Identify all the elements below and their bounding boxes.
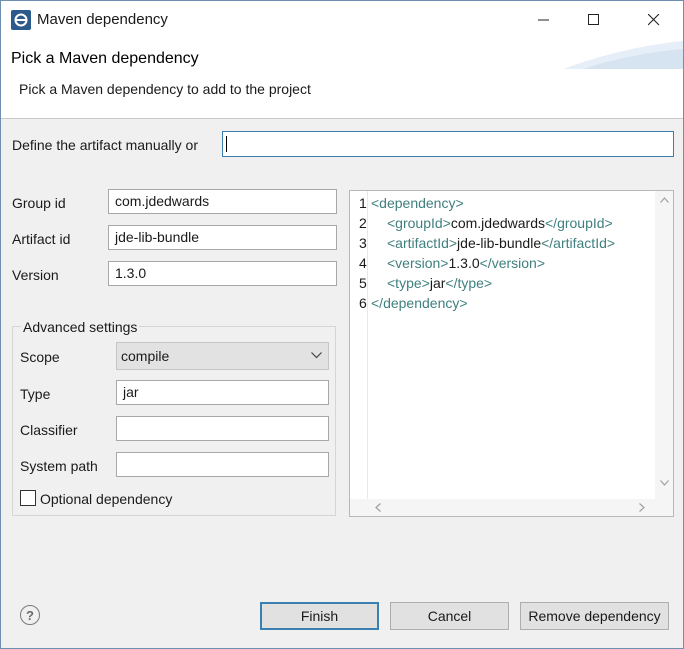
artifact-id-label: Artifact id (12, 231, 71, 247)
xml-tag: <type> (387, 275, 430, 291)
close-icon (648, 14, 660, 26)
header-banner-graphic (563, 41, 683, 69)
xml-tag: </artifactId> (541, 235, 616, 251)
advanced-settings-title: Advanced settings (21, 319, 140, 335)
wizard-header: Pick a Maven dependency Pick a Maven dep… (1, 39, 683, 119)
group-id-label: Group id (12, 195, 66, 211)
minimize-icon (538, 19, 549, 21)
classifier-input[interactable] (116, 416, 329, 441)
xml-text: jde-lib-bundle (457, 235, 542, 251)
cancel-button[interactable]: Cancel (390, 602, 509, 630)
xml-line: <version>1.3.0</version> (387, 255, 545, 271)
close-button[interactable] (631, 1, 677, 39)
xml-line: <type>jar</type> (387, 275, 492, 291)
chevron-down-icon (311, 352, 322, 359)
header-description: Pick a Maven dependency to add to the pr… (19, 81, 311, 97)
xml-tag: </version> (479, 255, 545, 271)
group-id-input[interactable]: com.jdedwards (108, 189, 337, 214)
optional-dependency-label[interactable]: Optional dependency (40, 491, 172, 507)
xml-tag: </groupId> (545, 215, 613, 231)
xml-line: <dependency> (371, 195, 464, 211)
scroll-up-icon[interactable] (660, 197, 669, 203)
maximize-button[interactable] (571, 1, 617, 39)
line-number: 5 (359, 275, 367, 291)
scroll-down-icon[interactable] (660, 480, 669, 486)
line-number: 6 (359, 295, 367, 311)
manual-artifact-label: Define the artifact manually or (12, 137, 198, 153)
xml-tag: <version> (387, 255, 449, 271)
type-input[interactable]: jar (116, 380, 329, 405)
system-path-label: System path (20, 458, 98, 474)
vertical-scrollbar[interactable] (655, 191, 673, 500)
xml-tag: <artifactId> (387, 235, 458, 251)
xml-preview[interactable]: 1 2 3 4 5 6 <dependency> <groupId>com.jd… (349, 190, 674, 517)
finish-button[interactable]: Finish (260, 602, 379, 630)
version-input[interactable]: 1.3.0 (108, 261, 337, 286)
maximize-icon (588, 14, 599, 25)
scope-select[interactable]: compile (116, 342, 329, 370)
minimize-button[interactable] (521, 1, 567, 39)
line-number: 1 (359, 195, 367, 211)
xml-line: <groupId>com.jdedwards</groupId> (387, 215, 613, 231)
xml-line: <artifactId>jde-lib-bundle</artifactId> (387, 235, 615, 251)
title-bar[interactable]: Maven dependency (1, 1, 683, 39)
type-label: Type (20, 386, 51, 402)
xml-tag: </type> (445, 275, 493, 291)
line-number: 3 (359, 235, 367, 251)
manual-artifact-input[interactable] (222, 131, 674, 157)
scope-label: Scope (20, 349, 60, 365)
optional-dependency-checkbox[interactable] (20, 490, 36, 506)
horizontal-scrollbar[interactable] (350, 499, 673, 516)
window-title: Maven dependency (37, 11, 168, 28)
line-number: 4 (359, 255, 367, 271)
line-number-gutter: 1 2 3 4 5 6 (350, 191, 368, 501)
remove-dependency-button[interactable]: Remove dependency (520, 602, 669, 630)
xml-tag: <dependency> (371, 195, 464, 211)
help-icon[interactable]: ? (20, 605, 40, 625)
scroll-left-icon[interactable] (375, 503, 381, 512)
system-path-input[interactable] (116, 452, 329, 477)
line-number: 2 (359, 215, 367, 231)
xml-text: 1.3.0 (448, 255, 480, 271)
scroll-right-icon[interactable] (639, 503, 645, 512)
xml-tag: <groupId> (387, 215, 451, 231)
xml-text: jar (429, 275, 446, 291)
header-title: Pick a Maven dependency (11, 50, 199, 67)
version-label: Version (12, 267, 59, 283)
eclipse-app-icon (11, 10, 31, 30)
classifier-label: Classifier (20, 422, 78, 438)
scope-value: compile (121, 348, 170, 364)
text-caret (226, 136, 227, 152)
xml-line: </dependency> (371, 295, 468, 311)
dialog-window: Maven dependency Pick a Maven dependency… (0, 0, 684, 649)
xml-text: com.jdedwards (450, 215, 545, 231)
xml-tag: </dependency> (371, 295, 468, 311)
artifact-id-input[interactable]: jde-lib-bundle (108, 225, 337, 250)
